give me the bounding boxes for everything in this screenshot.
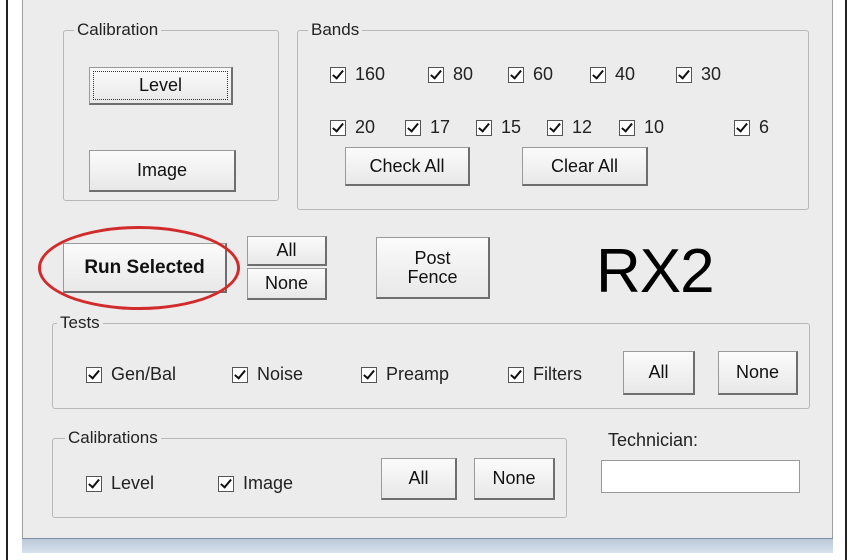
- calibration-image-checkbox[interactable]: Image: [218, 473, 293, 494]
- calibration-label: Level: [111, 473, 155, 493]
- tests-none-button[interactable]: None: [718, 351, 798, 395]
- test-filters-checkbox[interactable]: Filters: [508, 364, 582, 385]
- test-label: Filters: [533, 364, 582, 384]
- checkbox-checked-icon: [330, 119, 346, 136]
- test-genbal-checkbox[interactable]: Gen/Bal: [86, 364, 176, 385]
- checkbox-checked-icon: [218, 475, 234, 492]
- band-label: 10: [644, 117, 665, 137]
- band-80-checkbox[interactable]: 80: [428, 64, 473, 85]
- calibration-level-button[interactable]: Level: [89, 67, 233, 105]
- band-label: 6: [759, 117, 770, 137]
- checkbox-checked-icon: [619, 119, 635, 136]
- calibrations-all-button[interactable]: All: [381, 458, 457, 500]
- calibration-label: Image: [243, 473, 294, 493]
- technician-input[interactable]: [601, 460, 800, 493]
- checkbox-checked-icon: [232, 366, 248, 383]
- band-160-checkbox[interactable]: 160: [330, 64, 385, 85]
- tests-all-button[interactable]: All: [623, 351, 695, 395]
- checkbox-checked-icon: [508, 366, 524, 383]
- band-60-checkbox[interactable]: 60: [508, 64, 553, 85]
- band-20-checkbox[interactable]: 20: [330, 117, 375, 138]
- tests-legend: Tests: [57, 312, 103, 334]
- calibration-legend: Calibration: [74, 19, 162, 41]
- band-label: 20: [355, 117, 376, 137]
- band-label: 160: [355, 64, 386, 84]
- post-fence-button[interactable]: Post Fence: [376, 237, 490, 299]
- checkbox-checked-icon: [428, 66, 444, 83]
- test-preamp-checkbox[interactable]: Preamp: [361, 364, 449, 385]
- band-6-checkbox[interactable]: 6: [734, 117, 769, 138]
- band-label: 12: [572, 117, 593, 137]
- bands-legend: Bands: [308, 19, 363, 41]
- checkbox-checked-icon: [86, 366, 102, 383]
- checkbox-checked-icon: [590, 66, 606, 83]
- test-noise-checkbox[interactable]: Noise: [232, 364, 303, 385]
- checkbox-checked-icon: [547, 119, 563, 136]
- select-none-button[interactable]: None: [247, 268, 327, 300]
- checkbox-checked-icon: [86, 475, 102, 492]
- window-bottom-edge: [22, 538, 833, 553]
- checkbox-checked-icon: [476, 119, 492, 136]
- band-label: 80: [453, 64, 474, 84]
- band-label: 30: [701, 64, 722, 84]
- calibration-level-checkbox[interactable]: Level: [86, 473, 154, 494]
- checkbox-checked-icon: [405, 119, 421, 136]
- test-label: Noise: [257, 364, 304, 384]
- radio-model-label: RX2: [596, 237, 715, 306]
- run-selected-button[interactable]: Run Selected: [63, 243, 227, 293]
- checkbox-checked-icon: [676, 66, 692, 83]
- select-all-button[interactable]: All: [247, 236, 327, 266]
- band-30-checkbox[interactable]: 30: [676, 64, 721, 85]
- checkbox-checked-icon: [508, 66, 524, 83]
- calibration-image-button[interactable]: Image: [89, 150, 236, 192]
- band-15-checkbox[interactable]: 15: [476, 117, 521, 138]
- check-all-bands-button[interactable]: Check All: [345, 147, 470, 186]
- test-label: Preamp: [386, 364, 450, 384]
- outer-frame-right: [845, 0, 847, 560]
- band-40-checkbox[interactable]: 40: [590, 64, 635, 85]
- band-label: 40: [615, 64, 636, 84]
- calibrations-legend: Calibrations: [65, 427, 161, 449]
- band-10-checkbox[interactable]: 10: [619, 117, 664, 138]
- calibrations-none-button[interactable]: None: [474, 458, 555, 500]
- checkbox-checked-icon: [734, 119, 750, 136]
- band-label: 17: [430, 117, 451, 137]
- band-17-checkbox[interactable]: 17: [405, 117, 450, 138]
- test-label: Gen/Bal: [111, 364, 177, 384]
- clear-all-bands-button[interactable]: Clear All: [522, 147, 648, 186]
- band-label: 15: [501, 117, 522, 137]
- outer-frame-left: [6, 0, 8, 560]
- technician-label: Technician:: [608, 430, 699, 450]
- band-12-checkbox[interactable]: 12: [547, 117, 592, 138]
- checkbox-checked-icon: [330, 66, 346, 83]
- post-fence-label: Post Fence: [407, 247, 458, 287]
- checkbox-checked-icon: [361, 366, 377, 383]
- band-label: 60: [533, 64, 554, 84]
